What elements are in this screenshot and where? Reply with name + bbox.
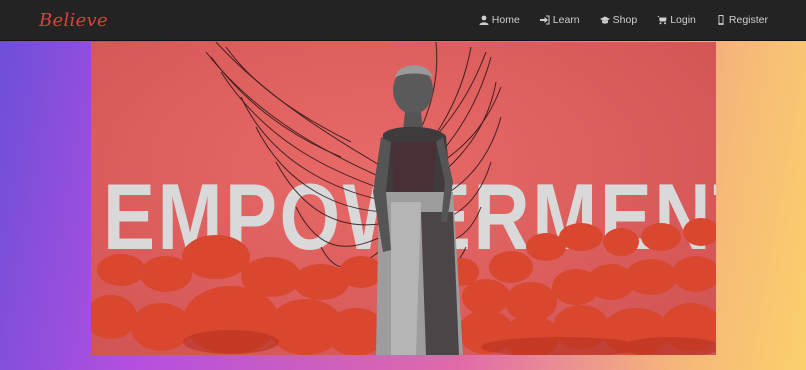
- nav-learn[interactable]: Learn: [539, 14, 580, 26]
- mobile-icon: [718, 15, 724, 25]
- graduation-cap-icon: [599, 16, 610, 24]
- nav-register[interactable]: Register: [716, 14, 768, 26]
- nav-home-label: Home: [491, 14, 520, 26]
- nav-login-label: Login: [670, 14, 696, 26]
- nav-home[interactable]: Home: [479, 14, 520, 26]
- shopping-cart-icon: [657, 16, 667, 25]
- nav-register-label: Register: [728, 14, 768, 26]
- hero-banner: EMPOWERMENT: [91, 42, 716, 355]
- nav-shop[interactable]: Shop: [599, 14, 638, 26]
- nav-login[interactable]: Login: [657, 14, 696, 26]
- nav-menu: Home Learn Shop Login Register: [459, 14, 768, 26]
- navbar: Believe Home Learn Shop Login Register: [0, 0, 806, 41]
- nav-shop-label: Shop: [612, 14, 638, 26]
- brand-logo[interactable]: Believe: [39, 10, 108, 31]
- nav-learn-label: Learn: [552, 14, 580, 26]
- sign-in-icon: [539, 15, 550, 25]
- woman-figure-image: [373, 65, 463, 355]
- user-icon: [479, 15, 489, 25]
